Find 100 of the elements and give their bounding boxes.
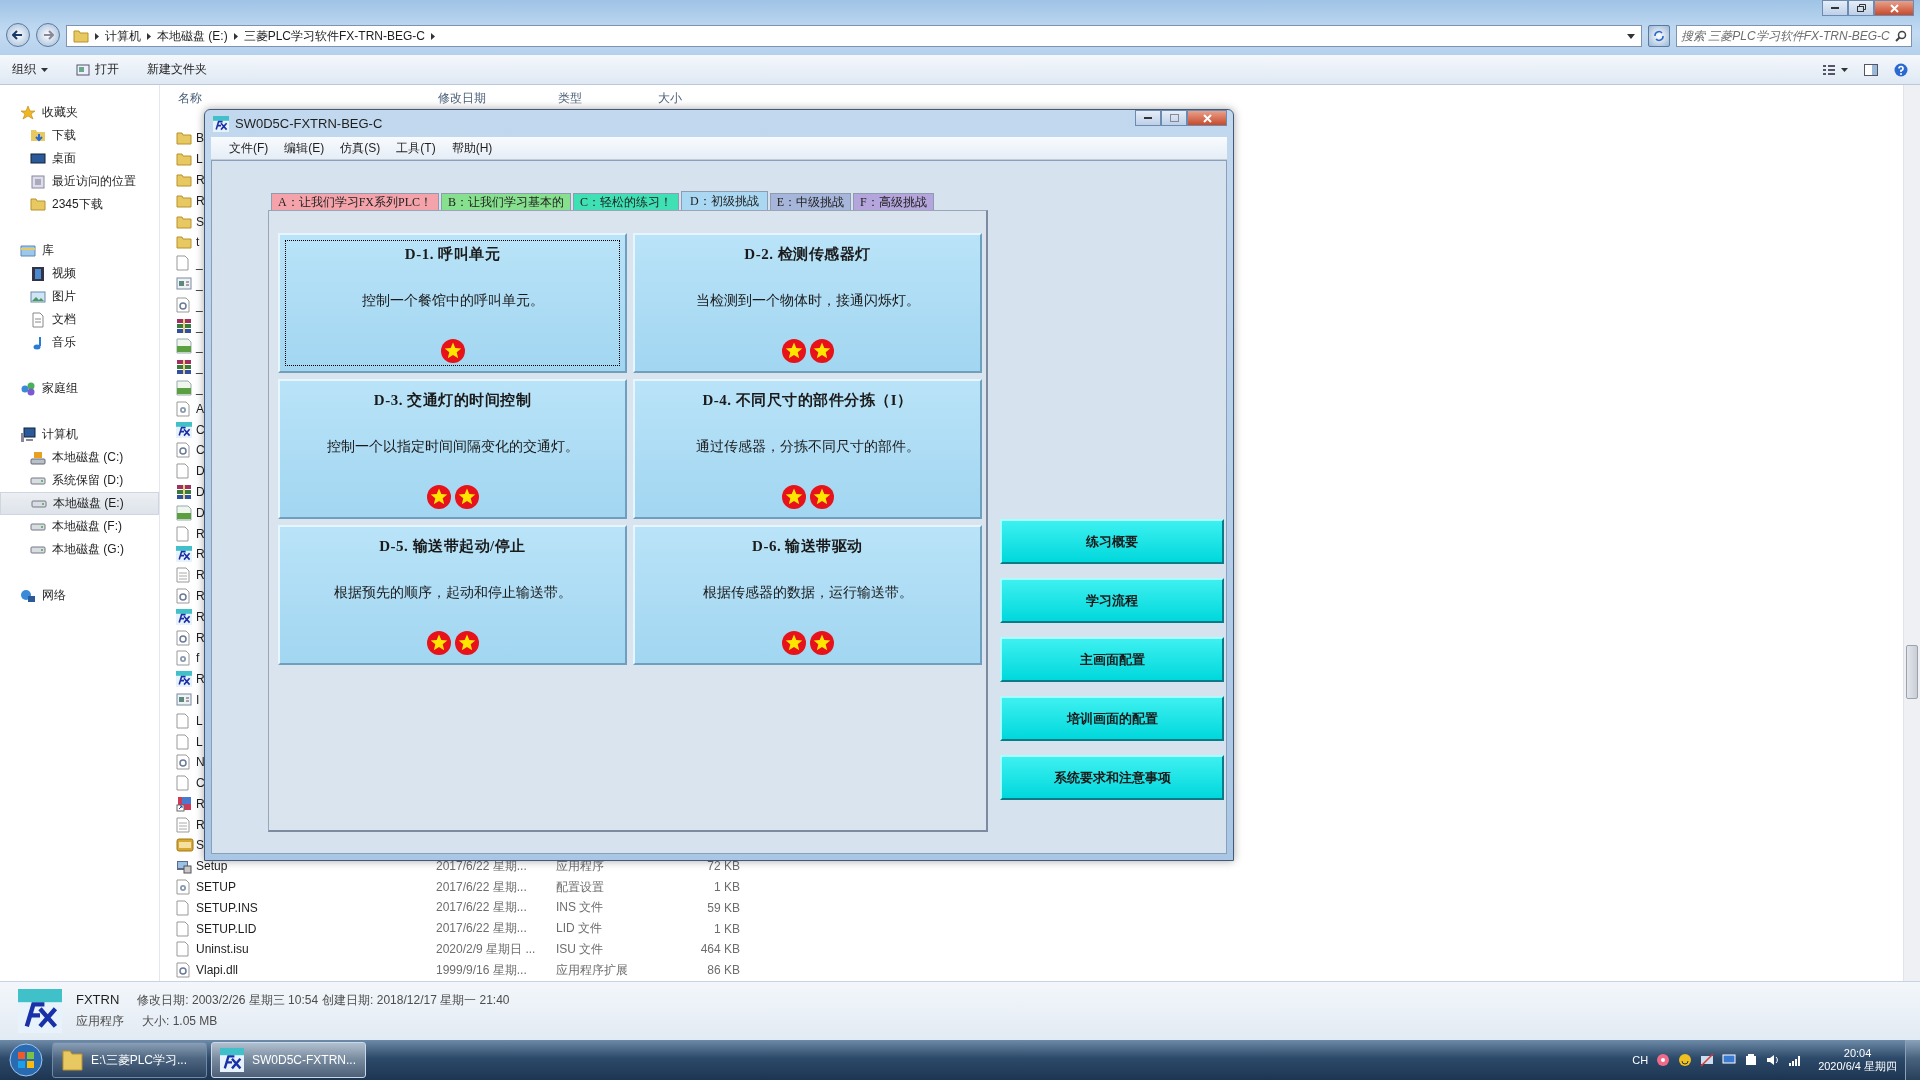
- file-name[interactable]: R: [196, 526, 205, 541]
- file-name[interactable]: Uninst.isu: [196, 942, 249, 957]
- file-name[interactable]: D: [196, 484, 205, 499]
- file-name[interactable]: L: [196, 713, 203, 728]
- file-name[interactable]: R: [196, 672, 205, 687]
- menu-button[interactable]: 学习流程: [1000, 578, 1224, 623]
- nav-item[interactable]: 系统保留 (D:): [0, 469, 159, 492]
- minimize-button[interactable]: [1822, 0, 1848, 16]
- file-name[interactable]: I: [196, 692, 200, 707]
- column-header[interactable]: 修改日期: [438, 89, 558, 107]
- close-button[interactable]: [1874, 0, 1914, 16]
- clock-time[interactable]: 20:04: [1843, 1046, 1872, 1059]
- refresh-button[interactable]: [1648, 25, 1670, 47]
- file-name[interactable]: Setup: [196, 859, 228, 874]
- nav-item[interactable]: 计算机: [0, 423, 159, 446]
- view-button[interactable]: [1822, 63, 1848, 76]
- file-name[interactable]: R: [196, 817, 205, 832]
- taskbar-button[interactable]: SW0D5C-FXTRN...: [211, 1042, 366, 1078]
- nav-item[interactable]: 本地磁盘 (F:): [0, 515, 159, 538]
- clock-date[interactable]: 2020/6/4 星期四: [1818, 1058, 1897, 1074]
- exercise-card[interactable]: D-3. 交通灯的时间控制 控制一个以指定时间间隔变化的交通灯。: [278, 379, 627, 519]
- menu-button[interactable]: 主画面配置: [1000, 637, 1224, 682]
- exercise-card[interactable]: D-1. 呼叫单元 控制一个餐馆中的呼叫单元。: [278, 233, 627, 373]
- tab[interactable]: C：轻松的练习！: [573, 193, 680, 210]
- help-button[interactable]: [1894, 62, 1908, 77]
- search-field[interactable]: 搜索 三菱PLC学习软件FX-TRN-BEG-C: [1676, 25, 1912, 47]
- file-name[interactable]: N: [196, 755, 205, 770]
- file-name[interactable]: D: [196, 505, 205, 520]
- file-name[interactable]: t: [196, 235, 200, 250]
- tab[interactable]: F：高级挑战: [853, 193, 934, 210]
- back-button[interactable]: [6, 23, 30, 47]
- file-name[interactable]: _: [196, 297, 203, 312]
- file-name[interactable]: R: [196, 796, 205, 811]
- nav-item[interactable]: 视频: [0, 262, 159, 285]
- file-name[interactable]: _: [196, 276, 203, 291]
- toolbar-button[interactable]: 新建文件夹: [147, 61, 207, 78]
- minimize-button[interactable]: [1135, 110, 1161, 126]
- exercise-card[interactable]: D-5. 输送带起动/停止 根据预先的顺序，起动和停止输送带。: [278, 525, 627, 665]
- file-name[interactable]: Vlapi.dll: [196, 963, 239, 978]
- file-name[interactable]: SETUP.LID: [196, 921, 257, 936]
- file-name[interactable]: A: [196, 401, 204, 416]
- file-name[interactable]: C: [196, 776, 205, 791]
- file-name[interactable]: _: [196, 256, 203, 271]
- file-name[interactable]: R: [196, 609, 205, 624]
- menu-button[interactable]: 培训画面的配置: [1000, 696, 1224, 741]
- file-name[interactable]: SETUP.INS: [196, 900, 258, 915]
- toolbar-button[interactable]: 组织: [12, 61, 48, 78]
- file-name[interactable]: S: [196, 838, 204, 853]
- show-desktop-button[interactable]: [1905, 1040, 1920, 1080]
- forward-button[interactable]: [36, 23, 60, 47]
- menu-item[interactable]: 编辑(E): [276, 139, 333, 157]
- nav-item[interactable]: 本地磁盘 (C:): [0, 446, 159, 469]
- taskbar-button[interactable]: E:\三菱PLC学习...: [52, 1042, 207, 1078]
- language-indicator[interactable]: CH: [1632, 1054, 1649, 1066]
- nav-item[interactable]: 本地磁盘 (E:): [0, 492, 159, 515]
- file-name[interactable]: _: [196, 339, 203, 354]
- column-header[interactable]: 大小: [658, 89, 728, 107]
- file-name[interactable]: _: [196, 360, 203, 375]
- file-name[interactable]: C: [196, 422, 205, 437]
- file-name[interactable]: SETUP: [196, 880, 236, 895]
- breadcrumb[interactable]: 三菱PLC学习软件FX-TRN-BEG-C: [243, 27, 425, 45]
- nav-item[interactable]: 家庭组: [0, 377, 159, 400]
- menu-button[interactable]: 系统要求和注意事项: [1000, 755, 1224, 800]
- breadcrumb[interactable]: 计算机: [105, 27, 141, 45]
- file-name[interactable]: R: [196, 547, 205, 562]
- nav-item[interactable]: 2345下载: [0, 193, 159, 216]
- close-button[interactable]: [1187, 110, 1227, 126]
- nav-item[interactable]: 收藏夹: [0, 101, 159, 124]
- nav-item[interactable]: 文档: [0, 308, 159, 331]
- menu-item[interactable]: 仿真(S): [332, 139, 389, 157]
- file-name[interactable]: L: [196, 734, 203, 749]
- preview-pane-button[interactable]: [1864, 63, 1878, 76]
- file-name[interactable]: R: [196, 588, 205, 603]
- menu-item[interactable]: 帮助(H): [443, 139, 501, 157]
- file-name[interactable]: _: [196, 318, 203, 333]
- file-name[interactable]: D: [196, 464, 205, 479]
- file-name[interactable]: B: [196, 131, 204, 146]
- scroll-thumb[interactable]: [1906, 645, 1918, 699]
- nav-item[interactable]: 本地磁盘 (G:): [0, 538, 159, 561]
- file-name[interactable]: f: [196, 651, 200, 666]
- nav-item[interactable]: 网络: [0, 584, 159, 607]
- nav-item[interactable]: 图片: [0, 285, 159, 308]
- maximize-button[interactable]: [1848, 0, 1874, 16]
- exercise-card[interactable]: D-6. 输送带驱动 根据传感器的数据，运行输送带。: [633, 525, 982, 665]
- nav-item[interactable]: 音乐: [0, 331, 159, 354]
- nav-item[interactable]: 下载: [0, 124, 159, 147]
- menu-item[interactable]: 工具(T): [388, 139, 444, 157]
- file-name[interactable]: R: [196, 193, 205, 208]
- menu-button[interactable]: 练习概要: [1000, 519, 1224, 564]
- nav-item[interactable]: 最近访问的位置: [0, 170, 159, 193]
- menu-item[interactable]: 文件(F): [221, 139, 277, 157]
- exercise-card[interactable]: D-4. 不同尺寸的部件分拣（I） 通过传感器，分拣不同尺寸的部件。: [633, 379, 982, 519]
- tab[interactable]: A：让我们学习FX系列PLC！: [271, 193, 439, 210]
- column-header[interactable]: 类型: [558, 89, 658, 107]
- toolbar-button[interactable]: 打开: [76, 61, 119, 78]
- tab[interactable]: E：中级挑战: [769, 193, 852, 210]
- file-name[interactable]: R: [196, 173, 205, 187]
- file-name[interactable]: R: [196, 630, 205, 645]
- nav-item[interactable]: 桌面: [0, 147, 159, 170]
- exercise-card[interactable]: D-2. 检测传感器灯 当检测到一个物体时，接通闪烁灯。: [633, 233, 982, 373]
